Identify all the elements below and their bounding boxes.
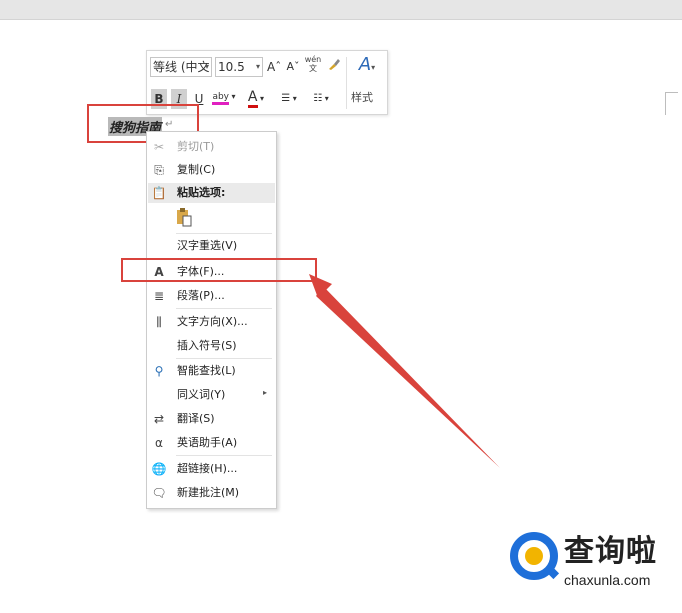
watermark-logo: 查询啦 chaxunla.com — [508, 524, 678, 594]
magnifier-logo-icon — [510, 532, 560, 580]
watermark-brand: 查询啦 — [564, 534, 657, 569]
watermark-url: chaxunla.com — [564, 572, 651, 588]
annotation-arrow — [309, 274, 500, 468]
